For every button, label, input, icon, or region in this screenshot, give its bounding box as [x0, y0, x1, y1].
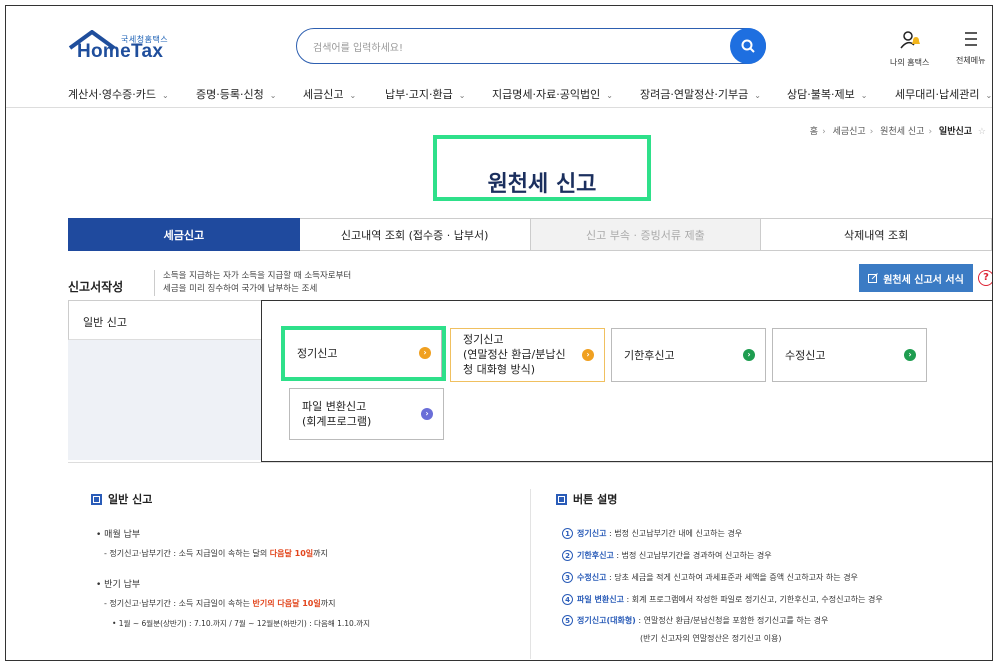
- half-year-payment-period: - 정기신고·납부기간 : 소득 지급일이 속하는 반기의 다음달 10일까지: [104, 599, 336, 608]
- option-highlight-box: [281, 326, 446, 381]
- arrow-right-icon: ›: [743, 349, 755, 361]
- tab-tax-return[interactable]: 세금신고: [68, 218, 300, 251]
- my-hometax-button[interactable]: 나의 홈택스: [890, 30, 929, 68]
- late-return-button[interactable]: 기한후신고 ›: [611, 328, 766, 382]
- info-button-title: 버튼 설명: [556, 491, 617, 507]
- hamburger-menu-icon: [964, 32, 977, 46]
- file-conversion-return-button[interactable]: 파일 변환신고 (회계프로그램) ›: [289, 388, 444, 440]
- gnb-item[interactable]: 세무대리·납세관리 ⌄: [895, 86, 992, 102]
- gnb-item[interactable]: 장려금·연말정산·기부금 ⌄: [640, 86, 761, 102]
- gnb-item[interactable]: 계산서·영수증·카드 ⌄: [68, 86, 169, 102]
- monthly-payment-period: - 정기신고·납부기간 : 소득 지급일이 속하는 달의 다음달 10일까지: [104, 549, 328, 558]
- section-description: 소득을 지급하는 자가 소득을 지급할 때 소득자로부터 세금을 미리 징수하여…: [154, 270, 351, 296]
- gnb-item[interactable]: 증명·등록·신청 ⌄: [196, 86, 276, 102]
- chevron-down-icon: ⌄: [269, 91, 277, 100]
- gnb-item[interactable]: 세금신고 ⌄: [303, 86, 356, 102]
- amended-return-button[interactable]: 수정신고 ›: [772, 328, 927, 382]
- chevron-down-icon: ⌄: [985, 91, 993, 100]
- half-year-detail: • 1월 ~ 6월분(상반기) : 7.10.까지 / 7월 ~ 12월분(하반…: [112, 619, 371, 628]
- my-hometax-label: 나의 홈택스: [890, 58, 930, 67]
- edit-icon: [868, 273, 879, 283]
- monthly-payment-heading: • 매월 납부: [96, 530, 141, 540]
- info-general-title: 일반 신고: [91, 491, 152, 507]
- logo-name: HomeTax: [77, 41, 164, 62]
- regular-dialog-return-button[interactable]: 정기신고 (연말정산 환급/분납신 청 대화형 방식) ›: [450, 328, 605, 382]
- half-year-payment-heading: • 반기 납부: [96, 580, 141, 590]
- chevron-down-icon: ⌄: [860, 91, 868, 100]
- square-bullet-icon: [91, 493, 102, 505]
- form-template-button[interactable]: 원천세 신고서 서식: [859, 264, 973, 292]
- global-nav: 계산서·영수증·카드 ⌄ 증명·등록·신청 ⌄ 세금신고 ⌄ 납부·고지·환급 ⌄ 지급…: [6, 76, 992, 108]
- chevron-down-icon: ⌄: [458, 91, 466, 100]
- arrow-right-icon: ›: [582, 349, 594, 361]
- button-desc-item: 3 수정신고 : 당초 세금을 적게 신고하여 과세표준과 세액을 증액 신고하고…: [562, 572, 858, 583]
- help-icon[interactable]: ?: [978, 270, 992, 286]
- page-frame: 국세청홈택스 HomeTax 검색어를 입력하세요! 나의 홈택스 전체메뉴 계: [5, 5, 993, 661]
- page-title: 원천세 신고: [487, 172, 597, 197]
- chevron-down-icon: ⌄: [161, 91, 169, 100]
- search-input[interactable]: 검색어를 입력하세요!: [313, 39, 403, 54]
- section-title: 신고서작성: [68, 280, 124, 294]
- search-bar[interactable]: 검색어를 입력하세요!: [296, 28, 766, 64]
- all-menu-label: 전체메뉴: [956, 56, 986, 65]
- all-menu-button[interactable]: 전체메뉴: [956, 30, 985, 66]
- category-general[interactable]: 일반 신고: [68, 300, 261, 340]
- breadcrumb-item[interactable]: 원천세 신고: [880, 127, 924, 137]
- tab-deleted-history[interactable]: 삭제내역 조회: [761, 218, 992, 251]
- chevron-down-icon: ⌄: [606, 91, 613, 100]
- button-desc-item: 1 정기신고 : 법정 신고납부기간 내에 신고하는 경우: [562, 528, 742, 539]
- star-icon[interactable]: ☆: [978, 127, 986, 137]
- breadcrumb: 홈 › 세금신고 › 원천세 신고 › 일반신고 ☆: [809, 127, 986, 137]
- button-desc-note: (반기 신고자의 연말정산은 정기신고 이용): [640, 634, 782, 643]
- gnb-item[interactable]: 상담·불복·제보 ⌄: [787, 86, 867, 102]
- button-desc-item: 2 기한후신고 : 법정 신고납부기간을 경과하여 신고하는 경우: [562, 550, 772, 561]
- hometax-logo[interactable]: 국세청홈택스 HomeTax: [68, 30, 178, 70]
- search-button[interactable]: [730, 28, 766, 64]
- arrow-right-icon: ›: [904, 349, 916, 361]
- tab-attachments[interactable]: 신고 부속 · 증빙서류 제출: [530, 218, 762, 251]
- breadcrumb-current: 일반신고: [938, 127, 973, 137]
- tab-bar: 세금신고 신고내역 조회 (접수증 · 납부서) 신고 부속 · 증빙서류 제출…: [68, 218, 992, 251]
- gnb-item[interactable]: 지급명세·자료·공익법인 ⌄: [492, 86, 613, 102]
- chevron-down-icon: ⌄: [754, 91, 761, 100]
- tab-return-history[interactable]: 신고내역 조회 (접수증 · 납부서): [299, 218, 531, 251]
- breadcrumb-item[interactable]: 세금신고: [833, 127, 866, 137]
- breadcrumb-home[interactable]: 홈: [810, 127, 818, 137]
- gnb-item[interactable]: 납부·고지·환급 ⌄: [385, 86, 465, 102]
- search-icon: [741, 39, 755, 53]
- button-desc-item: 4 파일 변환신고 : 회계 프로그램에서 작성한 파일로 정기신고, 기한후신고…: [562, 594, 883, 605]
- arrow-right-icon: ›: [421, 408, 433, 420]
- square-bullet-icon: [556, 493, 567, 505]
- user-bell-icon: [900, 31, 920, 49]
- chevron-down-icon: ⌄: [349, 91, 357, 100]
- info-divider: [530, 489, 531, 659]
- button-desc-item: 5 정기신고(대화형) : 연말정산 환급/분납신청을 포함한 정기신고를 하는 …: [562, 615, 828, 626]
